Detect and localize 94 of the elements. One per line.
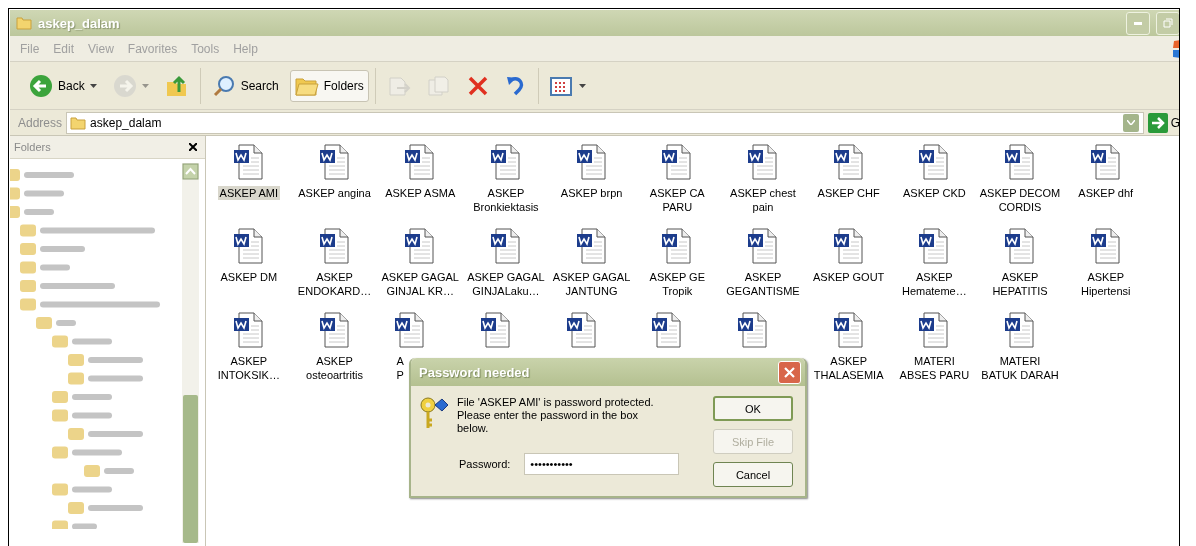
caret-icon	[141, 83, 149, 88]
window-title: askep_dalam	[38, 15, 121, 31]
file-name: ASKEP INTOKSIK…	[216, 354, 281, 382]
word-document-icon[interactable]	[575, 228, 608, 264]
file-name: ASKEP GEGANTISME	[725, 270, 801, 298]
window-folder-icon	[16, 16, 32, 30]
word-document-icon[interactable]	[480, 312, 513, 348]
file-name: A P	[395, 354, 405, 382]
up-folder-icon	[164, 73, 189, 98]
minimize-icon	[1134, 21, 1142, 25]
word-document-icon[interactable]	[318, 312, 351, 348]
file-name: ASKEP Bronkiektasis	[472, 186, 540, 214]
file-name: ASKEP dhf	[1077, 186, 1135, 200]
word-document-icon[interactable]	[489, 228, 522, 264]
word-document-icon[interactable]	[918, 144, 951, 180]
word-document-icon[interactable]	[404, 144, 437, 180]
file-name: ASKEP Hemateme…	[900, 270, 968, 298]
key-icon	[419, 396, 449, 430]
file-name: ASKEP GAGAL GINJALaku…	[466, 270, 546, 298]
word-document-icon[interactable]	[1004, 144, 1037, 180]
close-icon	[784, 366, 795, 378]
word-document-icon[interactable]	[1004, 312, 1037, 348]
windows-logo-icon	[1172, 38, 1179, 59]
file-name: ASKEP Hipertensi	[1079, 270, 1132, 298]
file-name: ASKEP angina	[297, 186, 372, 200]
file-name: ASKEP AMI	[217, 186, 281, 200]
word-document-icon[interactable]	[318, 144, 351, 180]
copy-to-icon	[426, 74, 451, 97]
file-name: ASKEP CA PARU	[648, 186, 706, 214]
word-document-icon[interactable]	[746, 144, 779, 180]
word-document-icon[interactable]	[565, 312, 598, 348]
word-document-icon[interactable]	[746, 228, 779, 264]
password-field[interactable]: •••••••••••	[524, 453, 680, 475]
dialog-button[interactable]: OK	[713, 396, 793, 421]
caret-icon	[89, 83, 97, 88]
go-button[interactable]: G	[1147, 112, 1179, 133]
word-document-icon[interactable]	[918, 312, 951, 348]
file-name: ASKEP CHF	[816, 186, 881, 200]
file-name: ASKEP osteoartritis	[305, 354, 364, 382]
caret-icon	[1126, 120, 1135, 125]
delete-icon	[466, 74, 489, 97]
close-button[interactable]	[778, 360, 801, 384]
address-label: Address	[18, 115, 63, 130]
file-name: ASKEP ASMA	[384, 186, 457, 200]
word-document-icon[interactable]	[832, 228, 865, 264]
file-name: ASKEP DECOM CORDIS	[978, 186, 1062, 214]
word-document-icon[interactable]	[1089, 228, 1122, 264]
scrollbar[interactable]	[182, 163, 199, 543]
file-name: ASKEP ENDOKARD…	[296, 270, 373, 298]
caret-icon	[578, 83, 586, 88]
word-document-icon[interactable]	[318, 228, 351, 264]
password-label: Password:	[459, 458, 511, 470]
word-document-icon[interactable]	[737, 312, 770, 348]
address-field[interactable]: askep_dalam	[66, 111, 1144, 134]
back-button[interactable]: Back	[24, 69, 102, 102]
word-document-icon[interactable]	[832, 312, 865, 348]
file-name: MATERI ABSES PARU	[898, 354, 971, 382]
dialog-message: File 'ASKEP AMI' is password protected. Please enter the password in the box below.	[457, 396, 655, 435]
file-name: ASKEP GAGAL JANTUNG	[551, 270, 632, 298]
file-name: ASKEP THALASEMIA	[812, 354, 885, 382]
word-document-icon[interactable]	[1089, 144, 1122, 180]
word-document-icon[interactable]	[651, 312, 684, 348]
word-document-icon[interactable]	[232, 144, 265, 180]
word-document-icon[interactable]	[232, 228, 265, 264]
dialog-title: Password needed	[419, 364, 530, 380]
word-document-icon[interactable]	[661, 144, 694, 180]
folders-button[interactable]: Folders	[289, 69, 369, 102]
file-name: ASKEP GE Tropik	[648, 270, 706, 298]
word-document-icon[interactable]	[832, 144, 865, 180]
close-icon[interactable]	[189, 143, 197, 151]
file-name: ASKEP chest pain	[729, 186, 797, 214]
folder-icon	[70, 115, 87, 130]
word-document-icon[interactable]	[1004, 228, 1037, 264]
file-name: ASKEP GOUT	[812, 270, 886, 284]
search-icon	[211, 73, 236, 98]
dialog-button[interactable]: Cancel	[713, 462, 793, 487]
file-name: ASKEP DM	[219, 270, 279, 284]
search-button[interactable]: Search	[206, 69, 284, 102]
move-to-icon	[386, 74, 411, 97]
word-document-icon[interactable]	[394, 312, 427, 348]
word-document-icon[interactable]	[918, 228, 951, 264]
file-name: ASKEP brpn	[559, 186, 624, 200]
file-name: ASKEP GAGAL GINJAL KR…	[380, 270, 460, 298]
file-name: ASKEP CKD	[901, 186, 967, 200]
file-name: ASKEP HEPATITIS	[991, 270, 1049, 298]
pane-title: Folders	[14, 141, 51, 153]
views-icon	[549, 74, 574, 97]
word-document-icon[interactable]	[489, 144, 522, 180]
word-document-icon[interactable]	[232, 312, 265, 348]
word-document-icon[interactable]	[575, 144, 608, 180]
restore-icon	[1163, 18, 1173, 28]
file-name: MATERI BATUK DARAH	[980, 354, 1060, 382]
word-document-icon[interactable]	[661, 228, 694, 264]
word-document-icon[interactable]	[404, 228, 437, 264]
